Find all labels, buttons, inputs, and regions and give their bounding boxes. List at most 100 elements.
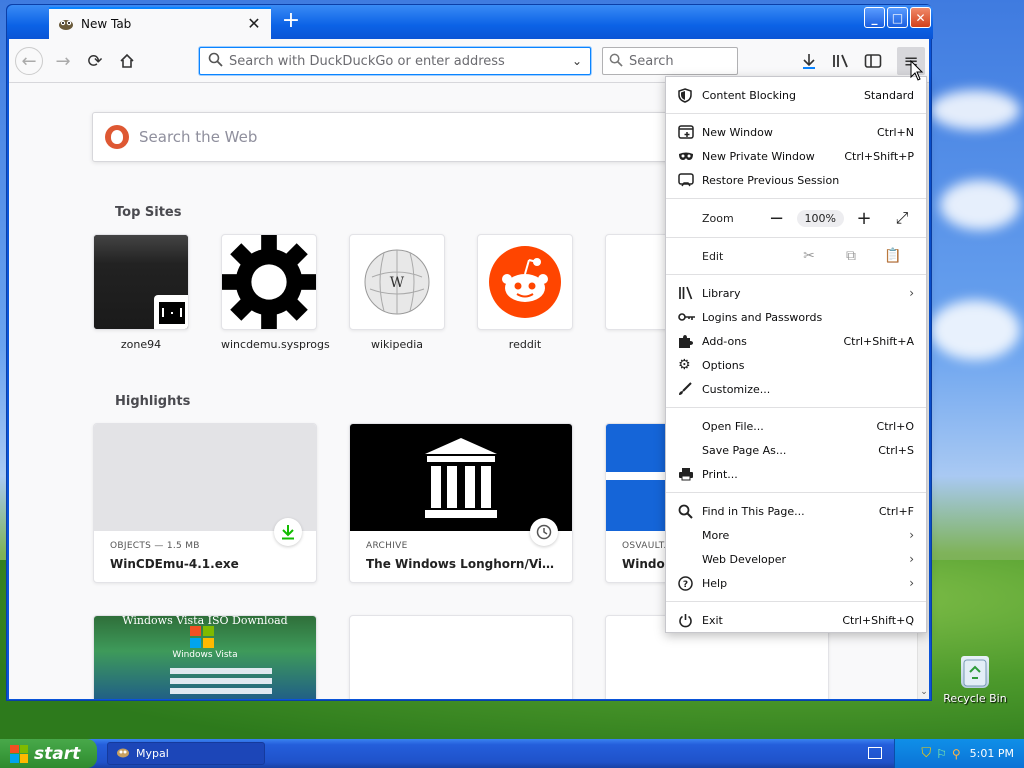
- highlight-card-vista[interactable]: Windows Vista ISO Download Windows Vista: [93, 615, 317, 699]
- menu-item-label: More: [702, 528, 730, 542]
- copy-icon[interactable]: ⧉: [830, 248, 872, 264]
- close-window-icon[interactable]: ✕: [910, 7, 931, 28]
- site-label: zone94: [120, 338, 162, 351]
- sidebar-icon[interactable]: [859, 47, 887, 75]
- keyboard-icon[interactable]: [868, 747, 882, 759]
- recycle-bin-label: Recycle Bin: [943, 692, 1007, 705]
- web-search-input[interactable]: [139, 128, 679, 146]
- help-icon: ?: [678, 575, 702, 591]
- fullscreen-icon[interactable]: ⤢: [890, 208, 914, 228]
- menu-item-options[interactable]: ⚙ Options: [666, 353, 926, 377]
- menu-item-save-page[interactable]: Save Page As... Ctrl+S: [666, 438, 926, 462]
- highlight-card-archive[interactable]: ARCHIVE The Windows Longhorn/Vista Ar...: [349, 423, 573, 583]
- menu-item-label: Customize...: [702, 382, 771, 396]
- library-icon[interactable]: [827, 47, 855, 75]
- search-input[interactable]: [629, 53, 799, 69]
- top-site-wikipedia[interactable]: W wikipedia: [349, 234, 445, 351]
- windows-logo-icon: [10, 744, 28, 763]
- top-site-reddit[interactable]: reddit: [477, 234, 573, 351]
- url-input[interactable]: [229, 53, 572, 69]
- menu-item-find[interactable]: Find in This Page... Ctrl+F: [666, 499, 926, 523]
- network-icon[interactable]: ⚐: [936, 747, 947, 761]
- desktop-cloud: [930, 90, 1020, 130]
- menu-item-print[interactable]: Print...: [666, 462, 926, 486]
- tab-new-tab[interactable]: New Tab ✕: [49, 7, 271, 39]
- highlight-card-empty[interactable]: [349, 615, 573, 699]
- clock: 5:01 PM: [969, 747, 1014, 760]
- highlight-thumbnail: [94, 424, 316, 531]
- site-label: reddit: [508, 338, 542, 351]
- chevron-right-icon: ›: [909, 552, 914, 566]
- forward-arrow-icon[interactable]: →: [49, 47, 77, 75]
- back-arrow-icon[interactable]: ←: [15, 47, 43, 75]
- gear-icon: ⚙: [678, 357, 691, 373]
- menu-item-label: Open File...: [702, 419, 764, 433]
- new-tab-plus-icon[interactable]: +: [279, 10, 303, 34]
- mouse-cursor-icon: [910, 59, 924, 85]
- cut-icon[interactable]: ✂: [788, 248, 830, 264]
- menu-item-web-developer[interactable]: Web Developer ›: [666, 547, 926, 571]
- paste-icon[interactable]: 📋: [872, 248, 914, 264]
- taskbar-item-mypal[interactable]: Mypal: [107, 742, 265, 765]
- main-menu-panel: Content Blocking Standard New Window Ctr…: [665, 76, 927, 633]
- site-thumbnail: [93, 234, 189, 330]
- menu-item-open-file[interactable]: Open File... Ctrl+O: [666, 414, 926, 438]
- menu-item-label: Restore Previous Session: [702, 173, 840, 187]
- scroll-down-icon[interactable]: ⌄: [919, 687, 929, 697]
- menu-shortcut: Ctrl+O: [876, 419, 914, 433]
- top-site-zone94[interactable]: zone94: [93, 234, 189, 351]
- reload-icon[interactable]: ⟳: [81, 47, 109, 75]
- key-icon: [678, 312, 702, 322]
- minimize-icon[interactable]: _: [864, 7, 885, 28]
- search-bar[interactable]: [602, 47, 799, 75]
- highlight-category: ARCHIVE: [366, 541, 408, 551]
- security-shield-icon[interactable]: ⛉: [921, 746, 931, 761]
- start-label: start: [34, 743, 81, 764]
- menu-item-new-private-window[interactable]: New Private Window Ctrl+Shift+P: [666, 144, 926, 168]
- highlight-card-wincdemu[interactable]: OBJECTS — 1.5 MB WinCDEmu-4.1.exe: [93, 423, 317, 583]
- web-search-box[interactable]: [92, 112, 692, 162]
- chevron-down-icon[interactable]: ⌄: [572, 54, 582, 68]
- menu-edit-row: Edit ✂ ⧉ 📋: [666, 238, 926, 274]
- menu-item-logins[interactable]: Logins and Passwords: [666, 305, 926, 329]
- home-icon[interactable]: [113, 47, 141, 75]
- menu-item-label: Add-ons: [702, 334, 747, 348]
- puzzle-icon: [678, 334, 702, 349]
- menu-item-more[interactable]: More ›: [666, 523, 926, 547]
- menu-item-label: Save Page As...: [702, 443, 787, 457]
- zoom-in-icon[interactable]: +: [852, 208, 876, 229]
- tab-close-icon[interactable]: ✕: [245, 15, 263, 33]
- pong-icon: [154, 295, 188, 329]
- menu-item-library[interactable]: Library ›: [666, 281, 926, 305]
- wikipedia-globe-icon: W: [364, 249, 430, 315]
- tab-strip: New Tab ✕ + _ □ ✕: [7, 5, 933, 39]
- menu-item-exit[interactable]: Exit Ctrl+Shift+Q: [666, 608, 926, 632]
- zoom-out-icon[interactable]: −: [765, 208, 789, 229]
- windows-logo-icon: [190, 626, 218, 650]
- menu-item-label: Exit: [702, 613, 723, 627]
- menu-item-customize[interactable]: Customize...: [666, 377, 926, 401]
- menu-shortcut: Ctrl+N: [876, 125, 914, 139]
- recycle-bin-icon: [961, 656, 989, 688]
- reddit-logo-icon: [489, 246, 561, 318]
- site-label: wincdemu.sysprogs: [221, 338, 330, 351]
- desktop-cloud: [940, 180, 1020, 230]
- url-bar[interactable]: ⌄: [199, 47, 591, 75]
- menu-item-content-blocking[interactable]: Content Blocking Standard: [666, 83, 926, 107]
- downloads-icon[interactable]: [795, 47, 823, 75]
- search-tray-icon[interactable]: ⚲: [952, 747, 961, 761]
- top-site-wincdemu[interactable]: wincdemu.sysprogs: [221, 234, 330, 351]
- menu-item-label: Logins and Passwords: [702, 310, 823, 324]
- menu-item-label: Help: [702, 576, 728, 590]
- recycle-bin-shortcut[interactable]: Recycle Bin: [942, 656, 1008, 705]
- zoom-reset-button[interactable]: 100%: [796, 209, 844, 227]
- gear-icon: [222, 235, 316, 329]
- shield-icon: [678, 87, 702, 103]
- chevron-right-icon: ›: [909, 576, 914, 590]
- menu-item-help[interactable]: ? Help ›: [666, 571, 926, 595]
- menu-item-addons[interactable]: Add-ons Ctrl+Shift+A: [666, 329, 926, 353]
- maximize-icon[interactable]: □: [887, 7, 908, 28]
- menu-item-new-window[interactable]: New Window Ctrl+N: [666, 120, 926, 144]
- menu-item-restore-session[interactable]: Restore Previous Session: [666, 168, 926, 192]
- start-button[interactable]: start: [0, 739, 97, 768]
